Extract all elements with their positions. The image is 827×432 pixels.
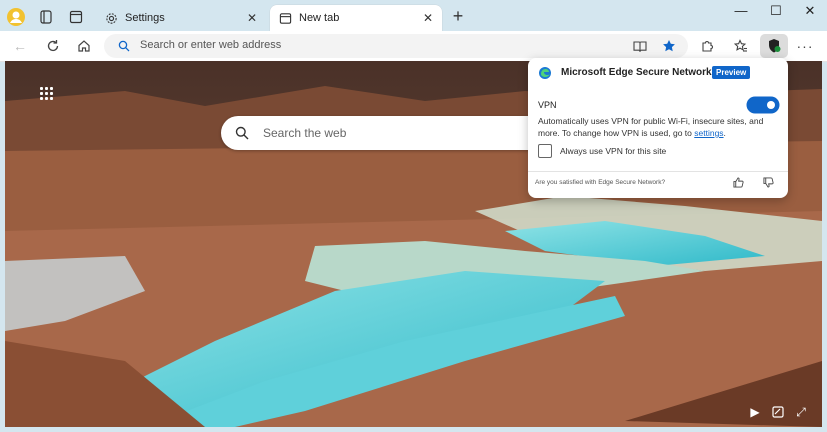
always-use-vpn-checkbox[interactable] — [538, 144, 552, 158]
vpn-label: VPN — [538, 100, 557, 110]
tab-new-tab[interactable]: New tab ✕ — [270, 5, 442, 31]
vpn-description-end: . — [723, 128, 726, 138]
vpn-toggle[interactable] — [748, 98, 778, 112]
secure-network-button[interactable] — [760, 34, 788, 58]
more-options-icon[interactable]: ··· — [795, 36, 815, 56]
browser-window: Settings ✕ New tab ✕ + — ☐ ✕ ← Search or… — [0, 0, 827, 432]
close-tab-icon[interactable]: ✕ — [420, 11, 436, 25]
close-window-button[interactable]: ✕ — [793, 3, 827, 21]
extensions-icon[interactable] — [697, 36, 717, 56]
address-placeholder: Search or enter web address — [140, 39, 282, 51]
tab-settings[interactable]: Settings ✕ — [96, 5, 266, 31]
play-icon[interactable]: ▶ — [748, 405, 762, 419]
vpn-description: Automatically uses VPN for public Wi-Fi,… — [538, 115, 778, 139]
search-icon — [235, 126, 249, 145]
search-icon — [114, 36, 134, 56]
toggle-knob — [767, 101, 775, 109]
back-arrow-icon[interactable]: ← — [10, 36, 30, 56]
close-tab-icon[interactable]: ✕ — [244, 11, 260, 25]
new-tab-page-icon — [278, 11, 292, 25]
settings-link[interactable]: settings — [694, 128, 723, 138]
apps-grid-icon[interactable] — [40, 87, 56, 103]
home-icon[interactable] — [74, 36, 94, 56]
fullscreen-icon[interactable]: ⤢ — [794, 405, 808, 419]
gear-icon — [104, 11, 118, 25]
new-tab-button[interactable]: + — [449, 7, 467, 26]
address-bar[interactable]: Search or enter web address — [104, 34, 688, 58]
preview-badge: Preview — [712, 66, 751, 79]
tab-title: New tab — [299, 12, 340, 24]
favorites-icon[interactable] — [731, 36, 751, 56]
tab-bar: Settings ✕ New tab ✕ + — ☐ ✕ — [0, 0, 827, 34]
search-placeholder: Search the web — [263, 126, 347, 140]
edge-logo-icon — [538, 66, 552, 82]
always-use-vpn-label: Always use VPN for this site — [560, 146, 667, 156]
thumbs-down-icon[interactable] — [761, 175, 775, 189]
popup-title: Microsoft Edge Secure Network — [561, 67, 712, 78]
customize-icon[interactable] — [771, 405, 785, 419]
workspaces-icon[interactable] — [35, 6, 57, 28]
feedback-question: Are you satisfied with Edge Secure Netwo… — [535, 179, 666, 186]
tab-title: Settings — [125, 12, 165, 24]
refresh-icon[interactable] — [43, 36, 63, 56]
minimize-button[interactable]: — — [724, 3, 758, 21]
tab-actions-icon[interactable] — [65, 6, 87, 28]
vpn-description-text: Automatically uses VPN for public Wi-Fi,… — [538, 116, 764, 138]
profile-avatar-icon[interactable] — [5, 6, 27, 28]
immersive-reader-icon[interactable] — [630, 36, 650, 56]
maximize-button[interactable]: ☐ — [759, 3, 793, 21]
divider — [528, 171, 788, 172]
favorite-star-icon[interactable] — [659, 36, 679, 56]
secure-network-popup: Microsoft Edge Secure Network Preview VP… — [528, 58, 788, 198]
thumbs-up-icon[interactable] — [731, 175, 745, 189]
